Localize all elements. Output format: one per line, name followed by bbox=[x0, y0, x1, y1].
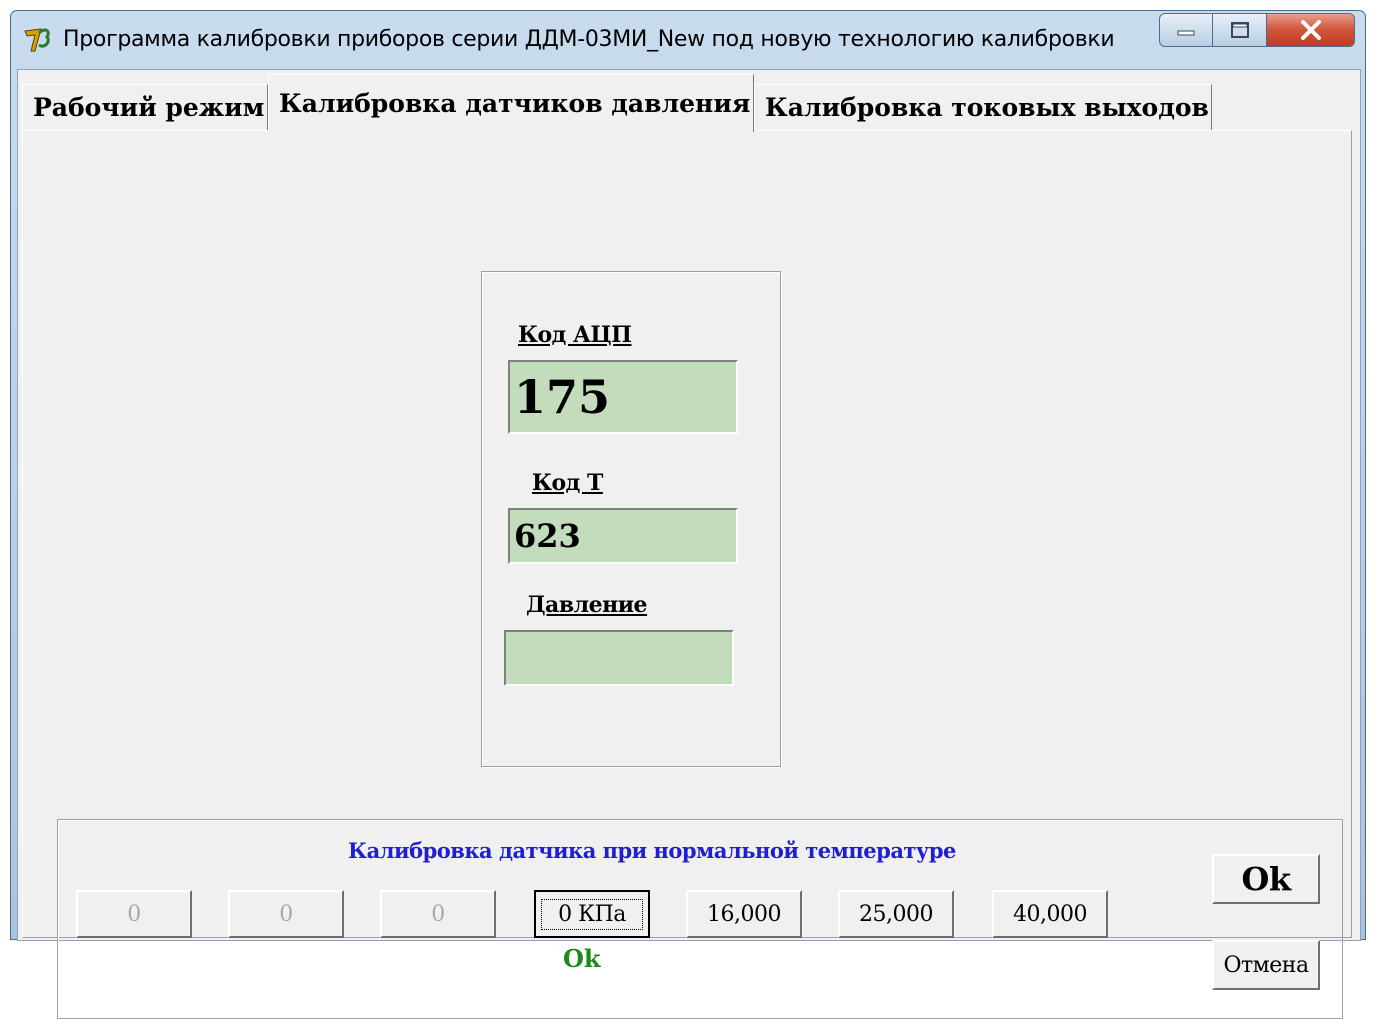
tab-pressure-calibration[interactable]: Калибровка датчиков давления bbox=[268, 74, 754, 132]
adc-code-field: 175 bbox=[508, 360, 738, 434]
calibration-status: Ok bbox=[563, 944, 601, 973]
adc-code-label: Код АЦП bbox=[518, 322, 632, 348]
calibration-group: Калибровка датчика при нормальной темпер… bbox=[57, 819, 1343, 1019]
maximize-icon bbox=[1230, 22, 1249, 38]
calib-point-button-0kpa[interactable]: 0 КПа bbox=[534, 890, 650, 938]
ok-button[interactable]: Ok bbox=[1212, 854, 1320, 904]
t-code-label: Код Т bbox=[532, 470, 603, 496]
maximize-button[interactable] bbox=[1213, 13, 1267, 47]
pressure-field bbox=[504, 630, 734, 686]
app-window: Программа калибровки приборов серии ДДМ-… bbox=[10, 10, 1366, 1019]
calib-point-button-16[interactable]: 16,000 bbox=[686, 890, 802, 938]
calib-point-button-25[interactable]: 25,000 bbox=[838, 890, 954, 938]
calibration-title: Калибровка датчика при нормальной темпер… bbox=[348, 838, 956, 863]
tab-panel: Код АЦП 175 Код Т 623 Давление Калибровк… bbox=[22, 130, 1352, 1019]
t-code-field: 623 bbox=[508, 508, 738, 564]
calib-point-button-3[interactable]: 0 bbox=[380, 890, 496, 938]
readings-group: Код АЦП 175 Код Т 623 Давление bbox=[481, 271, 781, 767]
calib-point-button-2[interactable]: 0 bbox=[228, 890, 344, 938]
minimize-button[interactable] bbox=[1159, 13, 1213, 47]
calib-point-button-40[interactable]: 40,000 bbox=[992, 890, 1108, 938]
window-controls bbox=[1159, 13, 1355, 49]
client-area: Рабочий режим Калибровка датчиков давлен… bbox=[17, 69, 1361, 1019]
app-logo-icon bbox=[24, 28, 50, 52]
pressure-label: Давление bbox=[526, 592, 648, 618]
calib-point-button-1[interactable]: 0 bbox=[76, 890, 192, 938]
close-button[interactable] bbox=[1267, 13, 1355, 47]
tab-current-output-calibration[interactable]: Калибровка токовых выходов bbox=[754, 84, 1212, 130]
window-title: Программа калибровки приборов серии ДДМ-… bbox=[63, 27, 1115, 52]
minimize-icon bbox=[1177, 30, 1195, 36]
cancel-button[interactable]: Отмена bbox=[1212, 940, 1320, 990]
title-bar[interactable]: Программа калибровки приборов серии ДДМ-… bbox=[11, 11, 1365, 69]
close-icon bbox=[1300, 20, 1321, 40]
tab-working-mode[interactable]: Рабочий режим bbox=[22, 84, 268, 130]
calib-point-label-0kpa: 0 КПа bbox=[541, 898, 643, 930]
